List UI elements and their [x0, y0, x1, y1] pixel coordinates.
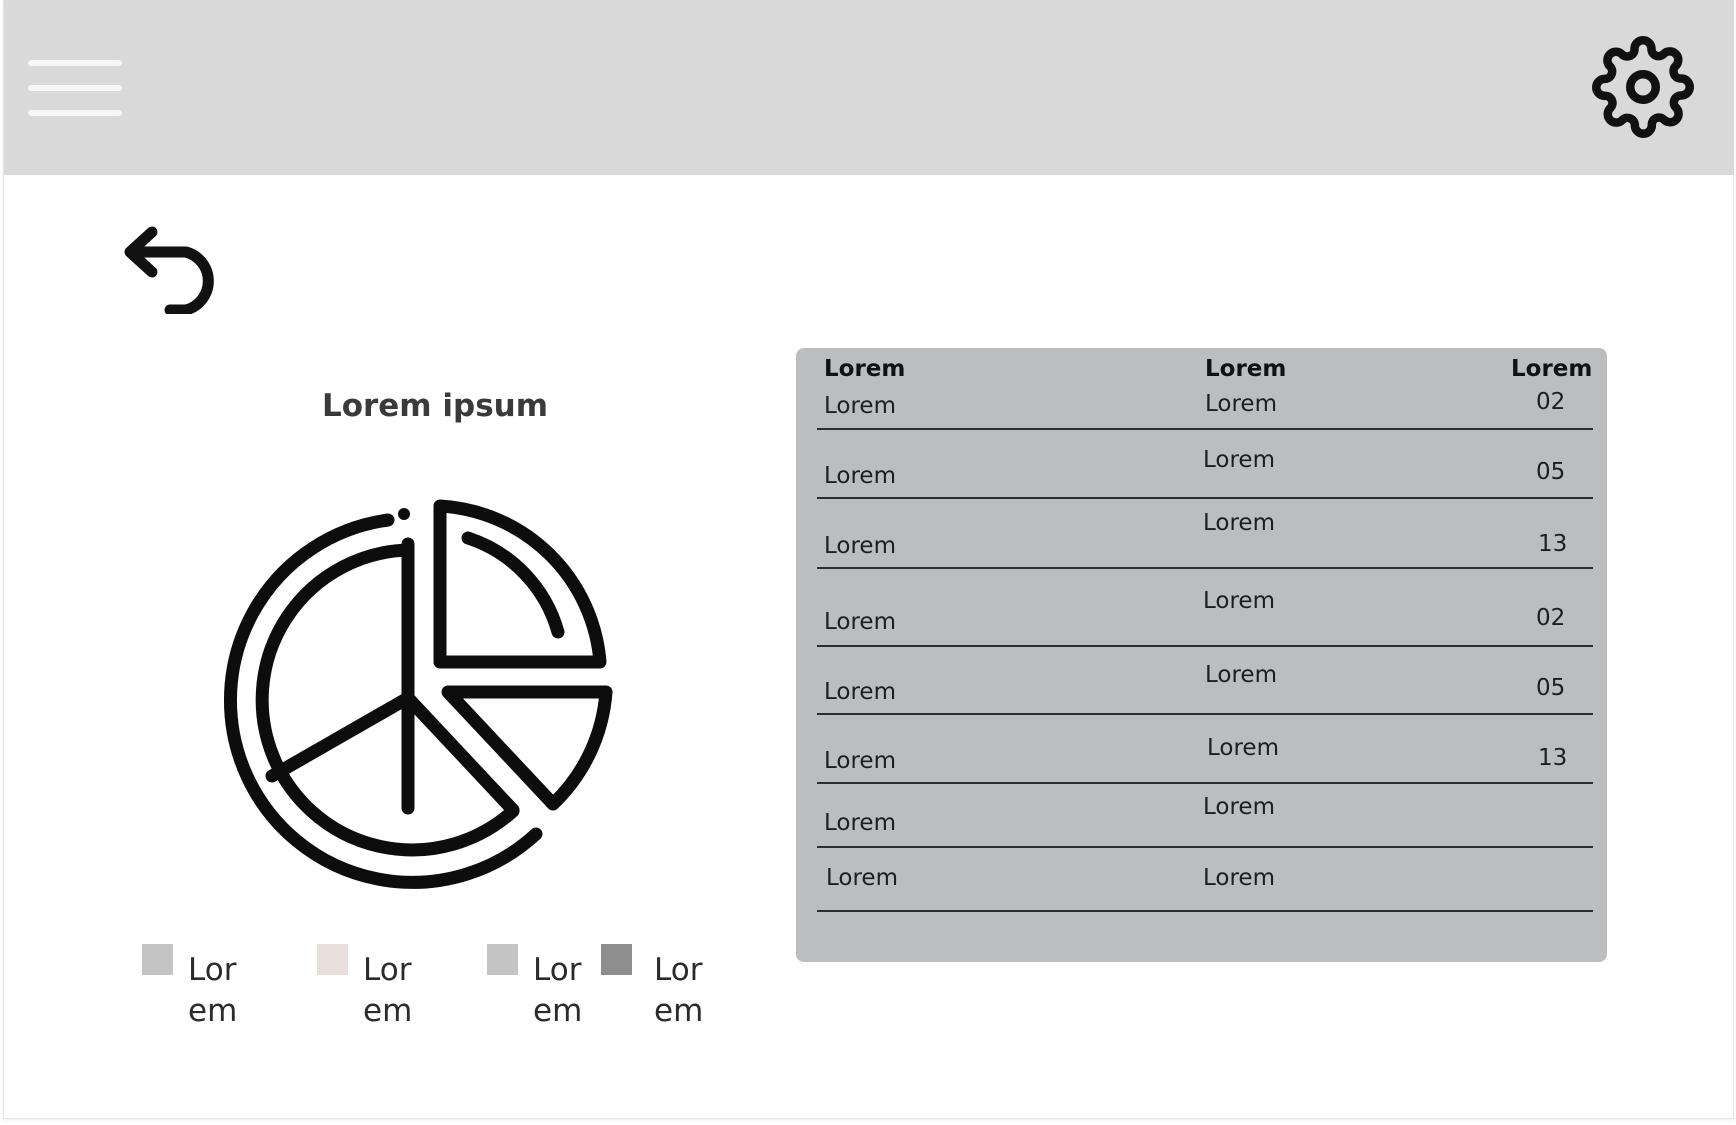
- table-cell: Lorem: [1203, 794, 1275, 820]
- chart-title: Lorem ipsum: [321, 388, 549, 424]
- pie-chart-icon: [224, 499, 613, 889]
- table-cell: Lorem: [1203, 510, 1275, 536]
- hamburger-menu-icon[interactable]: [28, 60, 122, 122]
- row-divider: [817, 645, 1593, 647]
- row-divider: [817, 846, 1593, 848]
- row-divider: [817, 567, 1593, 569]
- table-cell: Lorem: [1203, 865, 1275, 891]
- table-cell: Lorem: [824, 810, 896, 836]
- row-divider: [817, 497, 1593, 499]
- table-cell: 13: [1538, 531, 1568, 557]
- top-bar: [4, 0, 1734, 175]
- table-cell: Lorem: [824, 393, 896, 419]
- legend-item: Lorem: [142, 944, 282, 1034]
- table-cell: Lorem: [1205, 391, 1277, 417]
- table-cell: 05: [1536, 459, 1566, 485]
- legend-label: Lorem: [654, 952, 704, 1029]
- table-header-col-2: Lorem: [1205, 356, 1287, 382]
- gear-icon[interactable]: [1592, 36, 1694, 138]
- table-cell: Lorem: [826, 865, 898, 891]
- table-cell: Lorem: [824, 679, 896, 705]
- legend-item: Lorem: [601, 944, 741, 1034]
- table-cell: Lorem: [824, 463, 896, 489]
- legend-swatch: [487, 944, 518, 975]
- legend-label: Lorem: [188, 952, 238, 1029]
- table-cell: Lorem: [824, 609, 896, 635]
- table-cell: 02: [1536, 389, 1566, 415]
- table-header-col-1: Lorem: [824, 356, 906, 382]
- row-divider: [817, 910, 1593, 912]
- table-cell: 05: [1536, 675, 1566, 701]
- back-arrow-icon[interactable]: [120, 222, 226, 314]
- legend-item: Lorem: [317, 944, 457, 1034]
- table-header-col-3: Lorem: [1511, 356, 1593, 382]
- table-cell: Lorem: [1207, 735, 1279, 761]
- legend-label: Lorem: [533, 952, 583, 1029]
- row-divider: [817, 428, 1593, 430]
- table-cell: Lorem: [1203, 588, 1275, 614]
- table-cell: Lorem: [1205, 662, 1277, 688]
- legend-label: Lorem: [363, 952, 413, 1029]
- legend-swatch: [601, 944, 632, 975]
- row-divider: [817, 713, 1593, 715]
- data-table: [796, 348, 1607, 962]
- table-cell: Lorem: [1203, 447, 1275, 473]
- table-cell: Lorem: [824, 748, 896, 774]
- legend-swatch: [142, 944, 173, 975]
- table-cell: 02: [1536, 605, 1566, 631]
- table-cell: 13: [1538, 745, 1568, 771]
- legend-swatch: [317, 944, 348, 975]
- table-cell: Lorem: [824, 533, 896, 559]
- row-divider: [817, 782, 1593, 784]
